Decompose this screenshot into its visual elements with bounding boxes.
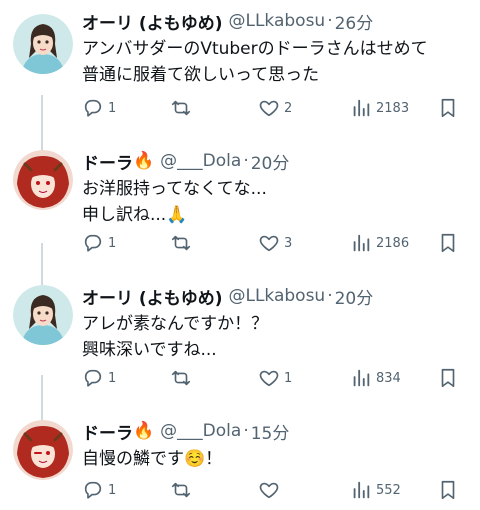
reply-icon xyxy=(84,99,102,117)
views-icon xyxy=(353,481,370,499)
reply-icon xyxy=(84,234,102,252)
heart-icon xyxy=(259,370,279,387)
display-name[interactable]: オーリ (よもゆめ) xyxy=(82,284,222,309)
view-count: 552 xyxy=(376,482,401,498)
views-icon xyxy=(353,234,370,252)
bookmark-button[interactable] xyxy=(437,479,459,501)
user-handle[interactable]: @___Dola xyxy=(160,151,241,171)
timestamp[interactable]: 15分 xyxy=(251,419,290,444)
views-button[interactable]: 834 xyxy=(350,367,401,389)
reply-count: 1 xyxy=(108,370,117,386)
timestamp[interactable]: 26分 xyxy=(335,9,374,34)
avatar[interactable] xyxy=(13,150,73,210)
reply-button[interactable]: 1 xyxy=(82,232,116,254)
views-button[interactable]: 2186 xyxy=(350,232,409,254)
avatar[interactable] xyxy=(13,285,73,345)
display-name[interactable]: オーリ (よもゆめ) xyxy=(82,9,222,34)
like-button[interactable]: 1 xyxy=(258,367,292,389)
reply-count: 1 xyxy=(108,100,117,116)
smile-emoji: ☺️ xyxy=(184,449,206,469)
tweet-text-line: 申し訳ね...🙏 xyxy=(82,205,188,225)
action-bar: 1 552 xyxy=(82,478,462,502)
tweet-header: オーリ (よもゆめ) @LLkabosu · 26分 xyxy=(82,9,472,34)
retweet-button[interactable] xyxy=(170,479,192,501)
bookmark-icon xyxy=(441,98,455,118)
retweet-icon xyxy=(171,370,191,386)
user-handle[interactable]: @LLkabosu xyxy=(228,11,325,31)
tweet-text: アレが素なんですか！？ 興味深いですね... xyxy=(82,311,472,363)
tweet[interactable]: オーリ (よもゆめ) @LLkabosu · 20分 アレが素なんですか！？ 興… xyxy=(0,275,480,410)
tweet-text-line: 自慢の鱗です☺️！ xyxy=(82,449,223,469)
avatar[interactable] xyxy=(13,14,73,74)
reply-count: 1 xyxy=(108,235,117,251)
separator-dot: · xyxy=(327,286,333,306)
like-button[interactable]: 3 xyxy=(258,232,292,254)
heart-icon xyxy=(259,482,279,499)
avatar[interactable] xyxy=(13,420,73,480)
retweet-icon xyxy=(171,100,191,116)
separator-dot: · xyxy=(243,151,249,171)
views-button[interactable]: 2183 xyxy=(350,97,409,119)
tweet-text-line: お洋服持ってなくてな... xyxy=(82,179,267,199)
reply-button[interactable]: 1 xyxy=(82,367,116,389)
display-name[interactable]: ドーラ xyxy=(82,149,133,174)
view-count: 834 xyxy=(376,370,401,386)
tweet-text-line: 興味深いですね... xyxy=(82,340,217,360)
reply-button[interactable]: 1 xyxy=(82,479,116,501)
timestamp[interactable]: 20分 xyxy=(335,284,374,309)
timestamp[interactable]: 20分 xyxy=(251,149,290,174)
views-icon xyxy=(353,99,370,117)
separator-dot: · xyxy=(327,11,333,31)
tweet-text: お洋服持ってなくてな... 申し訳ね...🙏 xyxy=(82,176,472,228)
retweet-button[interactable] xyxy=(170,232,192,254)
tweet-header: ドーラ 🔥 @___Dola · 20分 xyxy=(82,149,472,174)
tweet-text: アンバサダーのVtuberのドーラさんはせめて 普通に服着て欲しいって思った xyxy=(82,36,472,88)
views-button[interactable]: 552 xyxy=(350,479,401,501)
fire-emoji: 🔥 xyxy=(133,421,155,441)
bookmark-icon xyxy=(441,368,455,388)
bookmark-button[interactable] xyxy=(437,232,459,254)
bookmark-button[interactable] xyxy=(437,367,459,389)
reply-button[interactable]: 1 xyxy=(82,97,116,119)
bookmark-icon xyxy=(441,233,455,253)
reply-icon xyxy=(84,481,102,499)
action-bar: 1 1 834 xyxy=(82,366,462,390)
retweet-icon xyxy=(171,235,191,251)
tweet[interactable]: オーリ (よもゆめ) @LLkabosu · 26分 アンバサダーのVtuber… xyxy=(0,0,480,140)
bookmark-icon xyxy=(441,480,455,500)
like-button[interactable]: 2 xyxy=(258,97,292,119)
like-count: 2 xyxy=(284,100,293,116)
bookmark-button[interactable] xyxy=(437,97,459,119)
user-handle[interactable]: @LLkabosu xyxy=(228,286,325,306)
tweet-text-line: アレが素なんですか！？ xyxy=(82,314,269,334)
reply-icon xyxy=(84,369,102,387)
action-bar: 1 3 2186 xyxy=(82,231,462,255)
pray-emoji: 🙏 xyxy=(166,205,188,225)
tweet-text-line: アンバサダーのVtuberのドーラさんはせめて xyxy=(82,39,428,59)
tweet-text: 自慢の鱗です☺️！ xyxy=(82,446,472,472)
heart-icon xyxy=(259,100,279,117)
user-handle[interactable]: @___Dola xyxy=(160,421,241,441)
tweet[interactable]: ドーラ 🔥 @___Dola · 20分 お洋服持ってなくてな... 申し訳ね.… xyxy=(0,140,480,275)
like-button[interactable] xyxy=(258,479,280,501)
separator-dot: · xyxy=(243,421,249,441)
view-count: 2183 xyxy=(376,100,410,116)
tweet-header: ドーラ 🔥 @___Dola · 15分 xyxy=(82,419,472,444)
retweet-icon xyxy=(171,482,191,498)
views-icon xyxy=(353,369,370,387)
reply-count: 1 xyxy=(108,482,117,498)
view-count: 2186 xyxy=(376,235,410,251)
retweet-button[interactable] xyxy=(170,97,192,119)
tweet[interactable]: ドーラ 🔥 @___Dola · 15分 自慢の鱗です☺️！ 1 552 xyxy=(0,410,480,510)
like-count: 3 xyxy=(284,235,293,251)
like-count: 1 xyxy=(284,370,293,386)
heart-icon xyxy=(259,235,279,252)
retweet-button[interactable] xyxy=(170,367,192,389)
display-name[interactable]: ドーラ xyxy=(82,419,133,444)
tweet-header: オーリ (よもゆめ) @LLkabosu · 20分 xyxy=(82,284,472,309)
action-bar: 1 2 2183 xyxy=(82,96,462,120)
fire-emoji: 🔥 xyxy=(133,151,155,171)
tweet-text-line: 普通に服着て欲しいって思った xyxy=(82,65,320,85)
